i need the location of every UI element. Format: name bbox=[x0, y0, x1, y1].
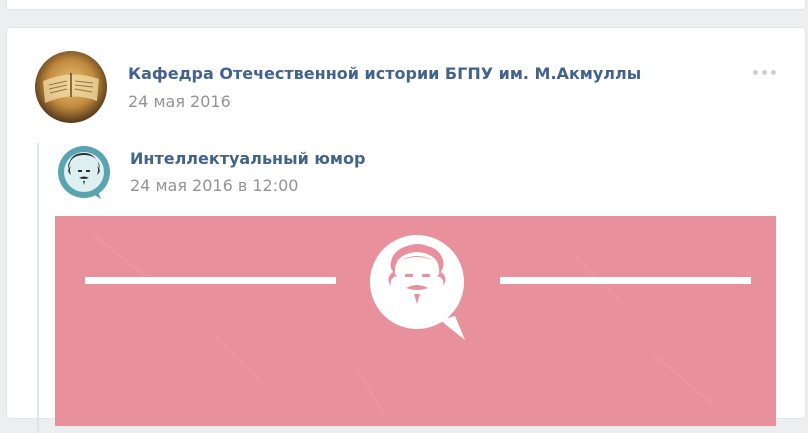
repost-source-name-link[interactable]: Интеллектуальный юмор bbox=[130, 149, 365, 168]
post-card: Кафедра Отечественной истории БГПУ им. М… bbox=[6, 27, 806, 433]
book-avatar-image bbox=[35, 51, 107, 123]
post-date-link[interactable]: 24 мая 2016 bbox=[128, 92, 231, 111]
repost-source-avatar[interactable] bbox=[57, 145, 111, 199]
more-horizontal-icon-dot bbox=[761, 69, 767, 75]
community-name-link[interactable]: Кафедра Отечественной истории БГПУ им. М… bbox=[128, 64, 641, 83]
repost-divider bbox=[37, 143, 39, 433]
previous-post-card bbox=[6, 0, 806, 10]
more-options-button[interactable] bbox=[747, 62, 781, 82]
repost-date-link[interactable]: 24 мая 2016 в 12:00 bbox=[130, 176, 298, 195]
community-avatar[interactable] bbox=[35, 51, 107, 123]
more-horizontal-icon-dot bbox=[770, 69, 776, 75]
einstein-face-icon bbox=[58, 146, 110, 199]
more-horizontal-icon bbox=[752, 69, 758, 75]
einstein-speech-bubble-icon bbox=[55, 216, 776, 426]
post-image[interactable] bbox=[55, 216, 776, 426]
